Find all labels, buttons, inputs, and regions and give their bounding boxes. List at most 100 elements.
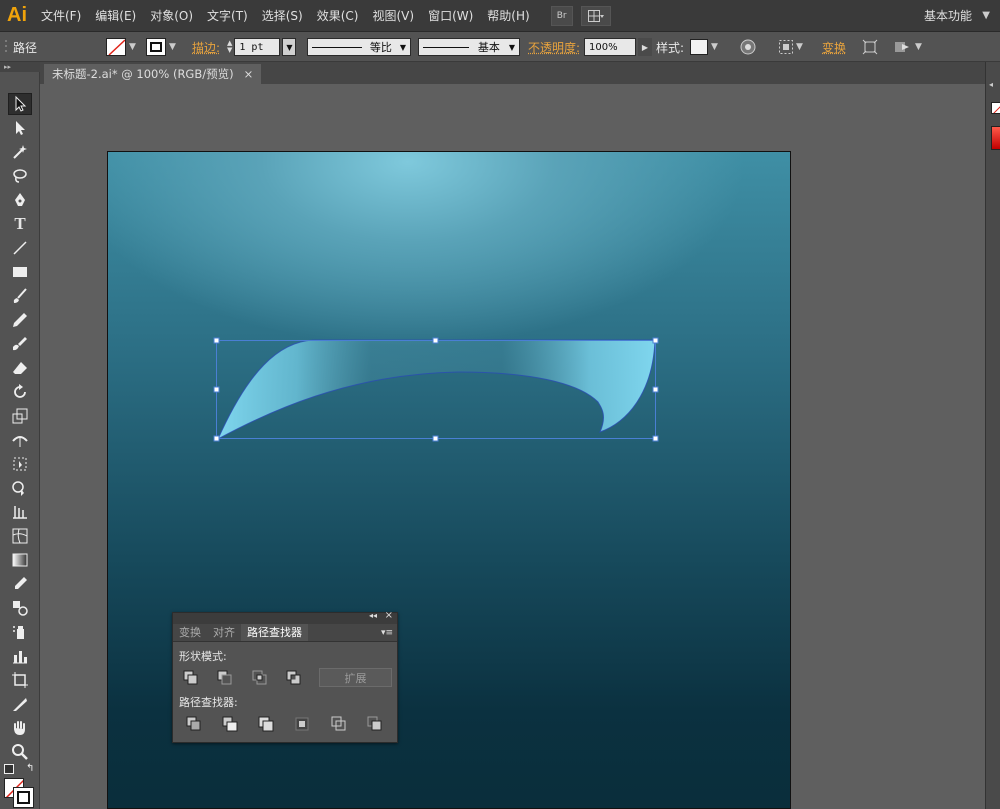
fill-swatch-control[interactable]: ▼ (106, 32, 136, 62)
stepper-icon[interactable]: ▲ ▼ (227, 40, 232, 54)
mesh-tool-icon[interactable] (8, 525, 32, 547)
document-tab[interactable]: 未标题-2.ai* @ 100% (RGB/预览) × (44, 64, 262, 84)
expand-button[interactable]: 扩展 (319, 668, 392, 687)
chevron-down-icon[interactable]: ▼ (400, 43, 406, 52)
opacity-input[interactable]: 100% (584, 38, 636, 56)
blob-brush-tool-icon[interactable] (8, 333, 32, 355)
isolate-group-icon[interactable] (862, 32, 878, 62)
merge-icon[interactable] (258, 716, 274, 732)
exclude-icon[interactable] (286, 670, 302, 686)
graphic-style-control[interactable]: ▼ (690, 32, 718, 62)
hand-tool-icon[interactable] (8, 717, 32, 739)
width-tool-icon[interactable] (8, 429, 32, 451)
symbol-sprayer-tool-icon[interactable] (8, 621, 32, 643)
rectangle-tool-icon[interactable] (8, 261, 32, 283)
eraser-tool-icon[interactable] (8, 357, 32, 379)
menu-object[interactable]: 对象(O) (143, 0, 200, 32)
selection-tool-icon[interactable] (8, 93, 32, 115)
stroke-color-icon[interactable] (13, 787, 34, 808)
panel-menu-button[interactable]: ▼ (894, 32, 922, 62)
menu-window[interactable]: 窗口(W) (421, 0, 480, 32)
default-colors-icon[interactable] (4, 764, 14, 774)
gradient-tool-icon[interactable] (8, 549, 32, 571)
align-icon (779, 40, 793, 54)
stroke-panel-link[interactable]: 描边: (192, 32, 220, 62)
slice-tool-icon[interactable] (8, 693, 32, 715)
minus-back-icon[interactable] (367, 716, 383, 732)
perspective-grid-tool-icon[interactable] (8, 501, 32, 523)
tab-transform[interactable]: 变换 (173, 624, 207, 641)
menu-file[interactable]: 文件(F) (34, 0, 88, 32)
blend-tool-icon[interactable] (8, 597, 32, 619)
scale-tool-icon[interactable] (8, 405, 32, 427)
stroke-weight-control[interactable]: ▲ ▼ 1 pt ▼ (227, 32, 297, 62)
chevron-down-icon[interactable]: ▼ (982, 0, 990, 32)
swap-colors-icon[interactable]: ↰ (26, 763, 34, 774)
direct-selection-tool-icon[interactable] (8, 117, 32, 139)
collapse-icon[interactable]: ▸▸ (0, 62, 40, 72)
shape-builder-tool-icon[interactable] (8, 477, 32, 499)
menu-help[interactable]: 帮助(H) (480, 0, 536, 32)
brush-definition[interactable]: 基本 ▼ (418, 32, 520, 62)
trim-icon[interactable] (222, 716, 238, 732)
align-options-button[interactable]: ▼ (778, 32, 803, 62)
line-tool-icon[interactable] (8, 237, 32, 259)
zoom-tool-icon[interactable] (8, 741, 32, 763)
opacity-control[interactable]: 100% ▶ (584, 32, 652, 62)
variable-width-profile[interactable]: 等比 ▼ (307, 32, 411, 62)
panel-menu-icon[interactable]: ▾≡ (381, 624, 397, 641)
crop-icon[interactable] (294, 716, 310, 732)
tab-align[interactable]: 对齐 (207, 624, 241, 641)
pen-tool-icon[interactable] (8, 189, 32, 211)
transform-panel-link[interactable]: 变换 (822, 32, 846, 62)
intersect-icon[interactable] (252, 670, 268, 686)
stroke-weight-input[interactable]: 1 pt (234, 38, 281, 56)
graphic-style-swatch[interactable] (690, 39, 708, 55)
close-icon[interactable]: × (244, 64, 254, 84)
close-icon[interactable]: × (385, 610, 393, 621)
opacity-panel-link[interactable]: 不透明度: (528, 32, 580, 62)
lasso-tool-icon[interactable] (8, 165, 32, 187)
bridge-button[interactable]: Br (550, 5, 573, 26)
tab-pathfinder[interactable]: 路径查找器 (241, 624, 308, 641)
chevron-down-icon[interactable]: ▼ (129, 42, 136, 52)
fill-none-swatch[interactable] (106, 38, 126, 56)
rotate-tool-icon[interactable] (8, 381, 32, 403)
menu-type[interactable]: 文字(T) (200, 0, 255, 32)
unite-icon[interactable] (183, 670, 199, 686)
menu-select[interactable]: 选择(S) (255, 0, 310, 32)
chevron-down-icon[interactable]: ▼ (915, 42, 922, 52)
panel-header[interactable]: ◂◂ × (173, 610, 397, 624)
eyedropper-tool-icon[interactable] (8, 573, 32, 595)
arrange-documents-button[interactable] (580, 5, 611, 26)
stroke-swatch-control[interactable]: ▼ (146, 32, 176, 62)
menu-edit[interactable]: 编辑(E) (88, 0, 143, 32)
menu-view[interactable]: 视图(V) (365, 0, 421, 32)
workspace-switcher[interactable]: 基本功能 (924, 0, 972, 32)
outline-icon[interactable] (331, 716, 347, 732)
minus-front-icon[interactable] (217, 670, 233, 686)
stroke-swatch[interactable] (146, 38, 166, 56)
chevron-down-icon[interactable]: ▼ (169, 42, 176, 52)
swatch-panel-icon[interactable] (991, 126, 1000, 150)
expand-panels-icon[interactable]: ◂ (989, 80, 993, 89)
chevron-down-icon[interactable]: ▼ (282, 38, 297, 56)
divide-icon[interactable] (186, 716, 202, 732)
curved-shape-path[interactable] (216, 339, 656, 441)
chevron-down-icon[interactable]: ▼ (711, 42, 718, 52)
chevron-right-icon[interactable]: ▶ (638, 38, 652, 56)
chevron-down-icon[interactable]: ▼ (796, 42, 803, 52)
collapse-icon[interactable]: ◂◂ (369, 611, 377, 620)
paintbrush-tool-icon[interactable] (8, 285, 32, 307)
pencil-tool-icon[interactable] (8, 309, 32, 331)
chevron-down-icon[interactable]: ▼ (509, 43, 515, 52)
free-transform-tool-icon[interactable] (8, 453, 32, 475)
artboard-tool-icon[interactable] (8, 669, 32, 691)
color-panel-icon[interactable] (991, 102, 1000, 114)
column-graph-tool-icon[interactable] (8, 645, 32, 667)
grip-icon (4, 32, 10, 62)
magic-wand-tool-icon[interactable] (8, 141, 32, 163)
recolor-artwork-icon[interactable] (740, 32, 756, 62)
menu-effect[interactable]: 效果(C) (310, 0, 366, 32)
type-tool-icon[interactable]: T (8, 213, 32, 235)
